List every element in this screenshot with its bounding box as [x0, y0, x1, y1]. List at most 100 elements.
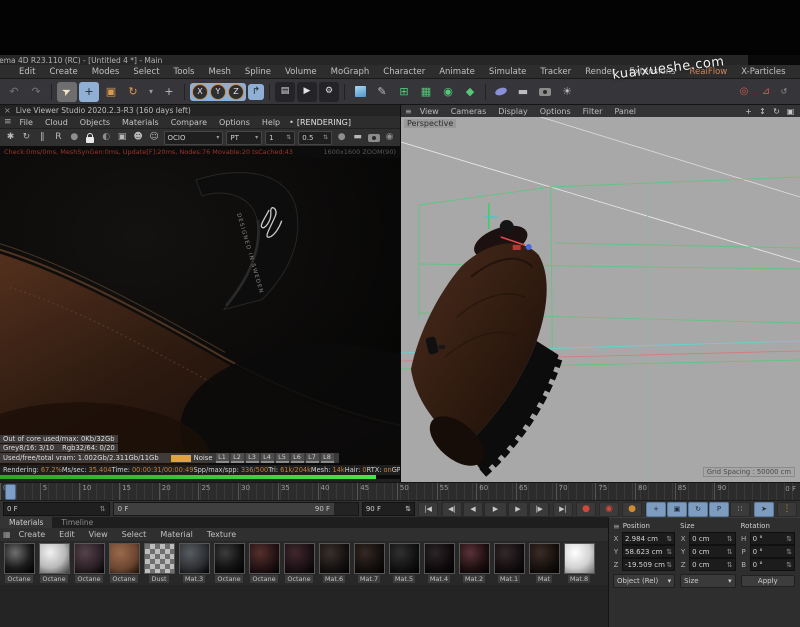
- maximize-view-icon[interactable]: ▣: [785, 106, 796, 117]
- viewport-menu-item[interactable]: Filter: [577, 107, 609, 116]
- viewport-menu-item[interactable]: Options: [534, 107, 577, 116]
- timeline-tick[interactable]: 35: [278, 483, 318, 500]
- live-viewer-menu-item[interactable]: File: [14, 118, 39, 127]
- position-field[interactable]: -19.509 cm ⇅: [622, 558, 675, 571]
- material-thumbnail[interactable]: [459, 543, 490, 574]
- hamburger-icon[interactable]: ≡: [4, 117, 12, 127]
- lv-filmstrip-icon[interactable]: ▬: [351, 131, 364, 145]
- spinner-icon[interactable]: ⇅: [666, 561, 672, 569]
- lv-settings-icon[interactable]: ✱: [4, 131, 17, 145]
- material-menu-item[interactable]: Select: [115, 530, 154, 539]
- coordinate-system-button[interactable]: ↱: [248, 84, 264, 100]
- pick-material-icon[interactable]: ☻: [132, 131, 145, 145]
- z-axis-lock-button[interactable]: Z: [228, 84, 244, 100]
- timeline-tick[interactable]: 25: [198, 483, 238, 500]
- noise-level-button[interactable]: L5: [276, 453, 289, 463]
- material-item[interactable]: Octane: [37, 543, 71, 583]
- panel-tab[interactable]: Materials: [0, 517, 52, 528]
- spinner-icon[interactable]: ⇅: [786, 548, 792, 556]
- kernel-dropdown[interactable]: PT ▾: [226, 131, 262, 145]
- spinner-icon[interactable]: ⇅: [727, 548, 733, 556]
- reset-render-icon[interactable]: R: [52, 131, 65, 145]
- menu-item[interactable]: Spline: [238, 67, 278, 77]
- material-thumbnail[interactable]: [424, 543, 455, 574]
- rotation-field[interactable]: 0 ° ⇅: [750, 545, 795, 558]
- spinner-icon[interactable]: ⇅: [727, 535, 733, 543]
- menu-item[interactable]: Animate: [432, 67, 482, 77]
- noise-level-button[interactable]: L4: [261, 453, 274, 463]
- material-thumbnail[interactable]: [284, 543, 315, 574]
- pause-render-icon[interactable]: ‖: [36, 131, 49, 145]
- viewport-canvas[interactable]: Perspective Grid Spacing : 50000 cm: [401, 117, 800, 482]
- material-thumbnail[interactable]: [249, 543, 280, 574]
- add-tool-icon[interactable]: +: [159, 82, 179, 102]
- play-button[interactable]: ▶: [484, 502, 507, 517]
- timeline-tick[interactable]: 80: [635, 483, 675, 500]
- last-tool-icon[interactable]: ▾: [145, 82, 157, 102]
- timeline-tick[interactable]: 5: [40, 483, 80, 500]
- size-field[interactable]: 0 cm ⇅: [689, 545, 735, 558]
- material-menu-item[interactable]: Material: [153, 530, 200, 539]
- position-field[interactable]: 58.623 cm ⇅: [622, 545, 675, 558]
- viewport-view-label[interactable]: Perspective: [404, 119, 456, 128]
- menu-item[interactable]: Tools: [167, 67, 202, 77]
- material-item[interactable]: Dust: [142, 543, 176, 583]
- material-menu-item[interactable]: Create: [12, 530, 53, 539]
- noise-level-button[interactable]: L6: [291, 453, 304, 463]
- menu-item[interactable]: Character: [376, 67, 432, 77]
- spinner-icon[interactable]: ⇅: [405, 505, 411, 513]
- material-item[interactable]: Octane: [2, 543, 36, 583]
- material-item[interactable]: Mat.1: [492, 543, 526, 583]
- current-frame-field[interactable]: 0 F ⇅: [3, 502, 110, 516]
- size-mode-dropdown[interactable]: Size ▾: [680, 574, 735, 588]
- spinner-icon[interactable]: ⇅: [786, 535, 792, 543]
- live-viewer-menu-item[interactable]: Materials: [116, 118, 165, 127]
- material-thumbnail[interactable]: [4, 543, 35, 574]
- ocio-dropdown[interactable]: OCIO ▾: [164, 131, 224, 145]
- live-viewer-menu-item[interactable]: Compare: [165, 118, 213, 127]
- menu-item[interactable]: Modes: [85, 67, 127, 77]
- lv-camera-icon[interactable]: [367, 131, 380, 145]
- scale-tool[interactable]: ▣: [101, 82, 121, 102]
- material-thumbnail[interactable]: [529, 543, 560, 574]
- field-icon[interactable]: ◆: [460, 82, 480, 102]
- noise-level-button[interactable]: L2: [231, 453, 244, 463]
- material-item[interactable]: Mat.7: [352, 543, 386, 583]
- exposure-spinner[interactable]: 0.5 ⇅: [298, 131, 332, 145]
- x-axis-lock-button[interactable]: X: [192, 84, 208, 100]
- rotation-field[interactable]: 0 ° ⇅: [750, 532, 795, 545]
- timeline-tick[interactable]: 65: [516, 483, 556, 500]
- material-thumbnail[interactable]: [494, 543, 525, 574]
- snap-icon[interactable]: ◎: [734, 82, 754, 102]
- material-item[interactable]: Mat.3: [177, 543, 211, 583]
- live-viewer-menu-item[interactable]: Objects: [74, 118, 116, 127]
- material-item[interactable]: Mat.2: [457, 543, 491, 583]
- dolly-view-icon[interactable]: ↕: [757, 106, 768, 117]
- live-viewer-title-bar[interactable]: × Live Viewer Studio 2020.2.3-R3 (160 da…: [0, 105, 400, 116]
- end-frame-field[interactable]: 90 F ⇅: [362, 502, 415, 516]
- volume-icon[interactable]: ▦: [416, 82, 436, 102]
- hamburger-icon[interactable]: ≡: [613, 522, 620, 531]
- material-item[interactable]: Octane: [107, 543, 141, 583]
- next-frame-button[interactable]: ▶: [508, 502, 528, 517]
- live-viewer-menu-item[interactable]: Help: [256, 118, 286, 127]
- selection-pointer-icon[interactable]: ➤: [754, 502, 774, 517]
- material-item[interactable]: Mat.5: [387, 543, 421, 583]
- menu-item[interactable]: Select: [126, 67, 166, 77]
- material-item[interactable]: Octane: [212, 543, 246, 583]
- material-thumbnail[interactable]: [179, 543, 210, 574]
- size-field[interactable]: 0 cm ⇅: [689, 532, 735, 545]
- material-item[interactable]: Mat.6: [317, 543, 351, 583]
- menu-item[interactable]: Mesh: [202, 67, 238, 77]
- close-icon[interactable]: ×: [4, 106, 11, 115]
- previous-key-button[interactable]: ◀|: [442, 502, 462, 517]
- mograph-icon[interactable]: ⊞: [394, 82, 414, 102]
- timeline-tick[interactable]: 30: [238, 483, 278, 500]
- timeline-tick[interactable]: 50: [397, 483, 437, 500]
- material-menu-item[interactable]: Texture: [200, 530, 243, 539]
- material-item[interactable]: Mat.4: [422, 543, 456, 583]
- keying-states-icon[interactable]: ⋮: [777, 502, 797, 517]
- y-axis-lock-button[interactable]: Y: [210, 84, 226, 100]
- render-settings-button[interactable]: ⚙: [319, 82, 339, 102]
- redo-icon[interactable]: ↷: [26, 82, 46, 102]
